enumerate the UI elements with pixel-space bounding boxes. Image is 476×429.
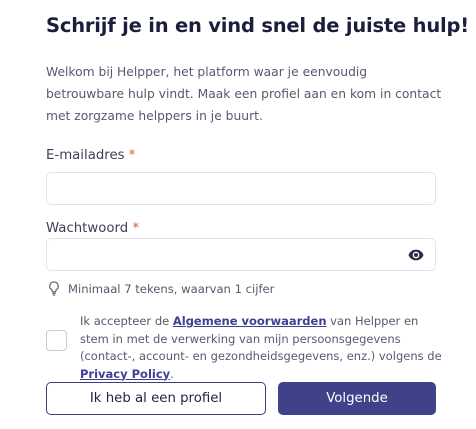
email-label: E-mailadres * (46, 148, 135, 163)
email-label-text: E-mailadres (46, 148, 125, 163)
password-hint-text: Minimaal 7 tekens, waarvan 1 cijfer (68, 281, 275, 296)
eye-icon[interactable] (408, 248, 424, 262)
consent-text-before: Ik accepteer de (80, 314, 173, 328)
password-required-mark: * (132, 221, 140, 236)
email-required-mark: * (128, 148, 136, 163)
password-label: Wachtwoord * (46, 221, 139, 236)
password-label-text: Wachtwoord (46, 221, 129, 236)
next-button[interactable]: Volgende (278, 382, 436, 415)
consent-text: Ik accepteer de Algemene voorwaarden van… (80, 313, 442, 383)
email-input[interactable] (46, 172, 436, 205)
intro-text: Welkom bij Helpper, het platform waar je… (46, 65, 442, 123)
consent-text-after: . (170, 366, 174, 381)
password-hint: Minimaal 7 tekens, waarvan 1 cijfer (48, 281, 274, 296)
lightbulb-icon (49, 281, 59, 296)
password-input[interactable] (46, 238, 436, 271)
privacy-policy-link[interactable]: Privacy Policy (80, 367, 170, 381)
page-title: Schrijf je in en vind snel de juiste hul… (46, 14, 469, 37)
terms-link[interactable]: Algemene voorwaarden (173, 314, 327, 328)
existing-profile-button[interactable]: Ik heb al een profiel (46, 382, 266, 415)
consent-checkbox[interactable] (46, 330, 67, 351)
